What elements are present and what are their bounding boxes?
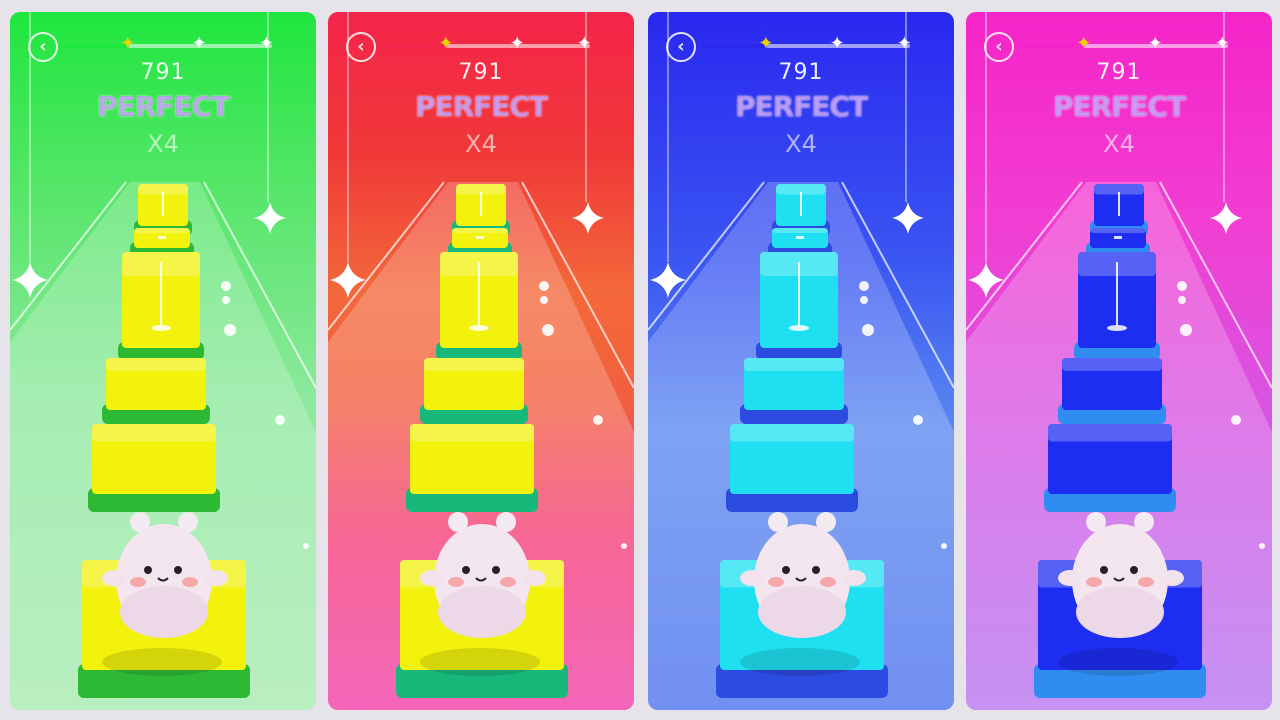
back-button[interactable]: ‹ [28, 32, 58, 62]
combo-multiplier: X4 [1103, 130, 1135, 158]
rhythm-tile [740, 358, 848, 424]
progress-star-icon: ✦ [576, 33, 592, 54]
judgement-text: PERFECT [96, 90, 230, 123]
sparkle-icon [968, 262, 1004, 298]
rhythm-tile [768, 228, 832, 256]
bubble-dot [1231, 415, 1241, 425]
song-progress-bar: ✦ ✦ ✦ [1018, 35, 1230, 55]
sparkle-icon [572, 202, 604, 234]
score-text: 791 [140, 60, 186, 85]
sparkle-icon [254, 202, 286, 234]
sparkle-icon [1210, 202, 1242, 234]
bubble-dot [593, 415, 603, 425]
combo-multiplier: X4 [147, 130, 179, 158]
progress-star-icon: ✦ [1214, 33, 1230, 54]
game-panel-red[interactable]: ‹ ✦ ✦ ✦ 791 PERFECT X4 [328, 12, 634, 710]
rhythm-tile [1044, 424, 1176, 512]
rhythm-tile [436, 252, 522, 360]
bubble-dot [860, 296, 868, 304]
progress-star-icon: ✦ [758, 33, 774, 54]
rhythm-tile [406, 424, 538, 512]
rhythm-tile [756, 252, 842, 360]
progress-fill [380, 44, 448, 48]
bubble-dot [540, 296, 548, 304]
score-text: 791 [1096, 60, 1142, 85]
sparkle-icon [330, 262, 366, 298]
rhythm-tile [102, 358, 210, 424]
progress-star-icon: ✦ [191, 33, 207, 54]
game-panel-green[interactable]: ‹ ✦ ✦ ✦ 791 PERFECT X4 [10, 12, 316, 710]
judgement-text: PERFECT [734, 90, 868, 123]
bubble-dot [221, 281, 231, 291]
bubble-dot [539, 281, 549, 291]
bubble-dot [913, 415, 923, 425]
song-progress-bar: ✦ ✦ ✦ [700, 35, 912, 55]
combo-multiplier: X4 [785, 130, 817, 158]
sparkle-icon [892, 202, 924, 234]
bubble-dot [1177, 281, 1187, 291]
bubble-dot [1259, 543, 1265, 549]
rhythm-tile [88, 424, 220, 512]
bubble-dot [1178, 296, 1186, 304]
rhythm-tile [420, 358, 528, 424]
chevron-left-icon: ‹ [39, 36, 47, 57]
progress-star-icon: ✦ [438, 33, 454, 54]
back-button[interactable]: ‹ [346, 32, 376, 62]
bubble-dot [224, 324, 236, 336]
bubble-dot [303, 543, 309, 549]
sparkle-icon [12, 262, 48, 298]
chevron-left-icon: ‹ [357, 36, 365, 57]
progress-fill [62, 44, 130, 48]
progress-star-icon: ✦ [120, 33, 136, 54]
bubble-dot [859, 281, 869, 291]
rhythm-tile [1074, 252, 1160, 360]
progress-star-icon: ✦ [829, 33, 845, 54]
bubble-dot [621, 543, 627, 549]
progress-fill [1018, 44, 1086, 48]
rhythm-tile [448, 228, 512, 256]
rhythm-tile [118, 252, 204, 360]
bubble-dot [222, 296, 230, 304]
chevron-left-icon: ‹ [995, 36, 1003, 57]
rhythm-tile [1058, 358, 1166, 424]
progress-star-icon: ✦ [1076, 33, 1092, 54]
game-panel-pink[interactable]: ‹ ✦ ✦ ✦ 791 PERFECT X4 [966, 12, 1272, 710]
bubble-dot [1180, 324, 1192, 336]
progress-star-icon: ✦ [509, 33, 525, 54]
rhythm-tile [130, 228, 194, 256]
rhythm-tile [1086, 228, 1150, 256]
back-button[interactable]: ‹ [666, 32, 696, 62]
score-text: 791 [458, 60, 504, 85]
song-progress-bar: ✦ ✦ ✦ [62, 35, 274, 55]
back-button[interactable]: ‹ [984, 32, 1014, 62]
rhythm-tile [726, 424, 858, 512]
bubble-dot [542, 324, 554, 336]
sparkle-icon [650, 262, 686, 298]
chevron-left-icon: ‹ [677, 36, 685, 57]
game-panel-blue[interactable]: ‹ ✦ ✦ ✦ 791 PERFECT X4 [648, 12, 954, 710]
combo-multiplier: X4 [465, 130, 497, 158]
progress-star-icon: ✦ [258, 33, 274, 54]
judgement-text: PERFECT [414, 90, 548, 123]
song-progress-bar: ✦ ✦ ✦ [380, 35, 592, 55]
progress-star-icon: ✦ [1147, 33, 1163, 54]
bubble-dot [275, 415, 285, 425]
judgement-text: PERFECT [1052, 90, 1186, 123]
progress-star-icon: ✦ [896, 33, 912, 54]
bubble-dot [941, 543, 947, 549]
score-text: 791 [778, 60, 824, 85]
progress-fill [700, 44, 768, 48]
bubble-dot [862, 324, 874, 336]
